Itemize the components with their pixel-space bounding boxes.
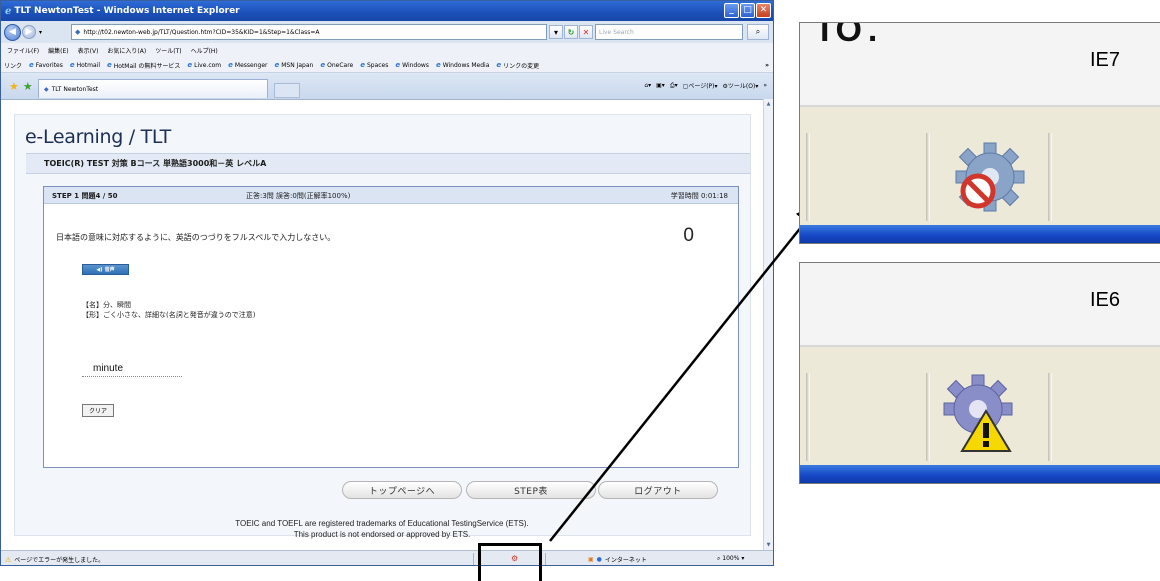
status-divider — [1048, 133, 1052, 221]
ie7-label: IE7 — [1090, 49, 1121, 71]
ie6-zoom-panel: IE6 — [799, 262, 1160, 484]
status-divider — [806, 373, 810, 461]
panel-header: IE6 — [800, 263, 1160, 347]
ie6-label: IE6 — [1090, 289, 1121, 311]
status-strip — [800, 367, 1160, 467]
panel-header: IO. IE7 — [800, 23, 1160, 107]
status-divider — [1048, 373, 1052, 461]
ie7-zoom-panel: IO. IE7 — [799, 22, 1160, 244]
status-divider — [806, 133, 810, 221]
partial-text-fragment: IO. — [820, 22, 884, 49]
gear-with-warning-icon — [943, 374, 1013, 452]
status-bar-edge — [800, 465, 1160, 483]
status-divider — [926, 373, 930, 461]
status-divider — [926, 133, 930, 221]
status-strip — [800, 127, 1160, 227]
status-bar-edge — [800, 225, 1160, 243]
gear-with-prohibition-icon — [955, 142, 1025, 212]
